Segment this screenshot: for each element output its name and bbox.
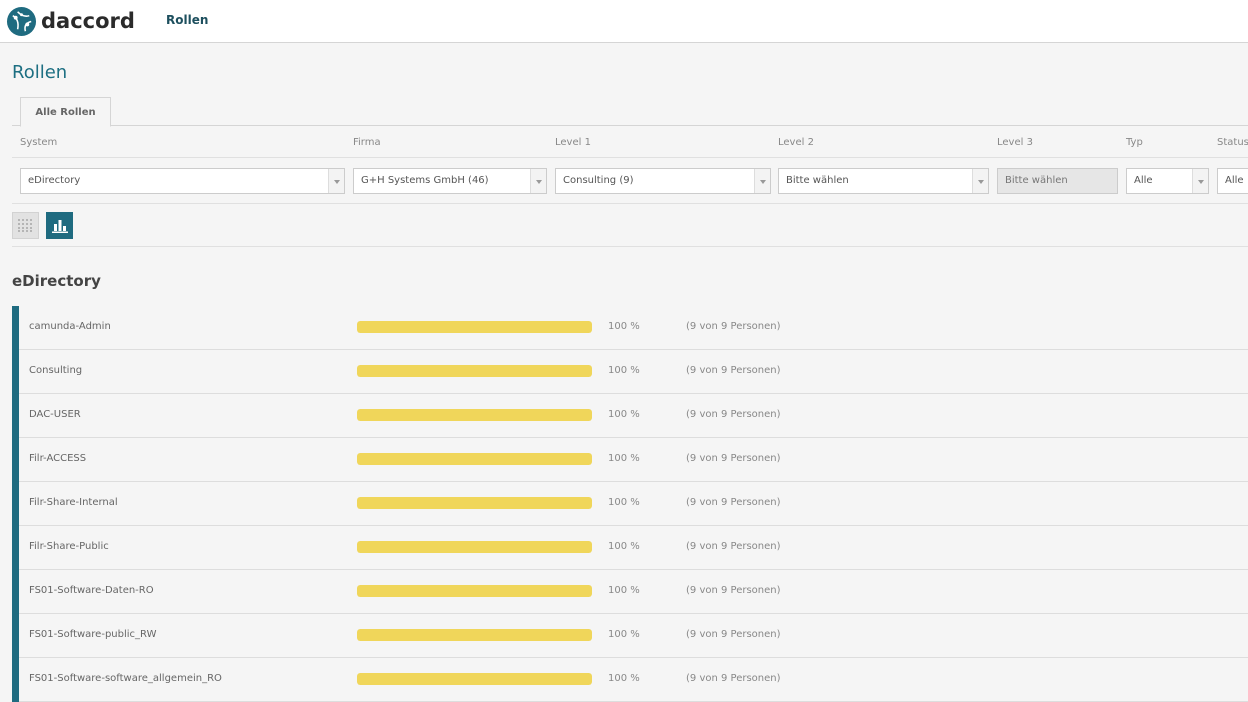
role-name: Filr-ACCESS <box>29 453 87 464</box>
role-name: camunda-Admin <box>29 321 111 332</box>
role-person-count: (9 von 9 Personen) <box>686 321 781 332</box>
system-select[interactable]: eDirectory <box>20 168 345 194</box>
progress-bar-fill <box>357 629 592 641</box>
role-name: Filr-Share-Internal <box>29 497 118 508</box>
filter-labels: System Firma Level 1 Level 2 Level 3 Typ… <box>12 126 1248 158</box>
tab-alle-rollen[interactable]: Alle Rollen <box>20 97 111 127</box>
progress-bar <box>357 585 592 597</box>
table-row[interactable]: Filr-ACCESS 100 % (9 von 9 Personen) <box>19 438 1248 482</box>
chart-view-button[interactable] <box>46 212 73 239</box>
filter-label-typ: Typ <box>1126 137 1143 148</box>
grid-icon <box>18 219 32 232</box>
nav-item-rollen[interactable]: Rollen <box>166 13 208 27</box>
progress-bar <box>357 497 592 509</box>
system-select-value: eDirectory <box>28 175 81 186</box>
chevron-down-icon <box>754 169 770 193</box>
role-name: Filr-Share-Public <box>29 541 109 552</box>
role-percent: 100 % <box>608 409 640 420</box>
role-name: FS01-Software-software_allgemein_RO <box>29 673 222 684</box>
role-person-count: (9 von 9 Personen) <box>686 541 781 552</box>
filter-label-level1: Level 1 <box>555 137 591 148</box>
table-row[interactable]: camunda-Admin 100 % (9 von 9 Personen) <box>19 306 1248 350</box>
daccord-logo-icon <box>6 6 37 36</box>
tab-bar: Alle Rollen <box>12 97 1248 127</box>
level3-select-value: Bitte wählen <box>1005 175 1068 186</box>
progress-bar-fill <box>357 409 592 421</box>
chevron-down-icon <box>328 169 344 193</box>
role-percent: 100 % <box>608 365 640 376</box>
role-name: FS01-Software-Daten-RO <box>29 585 154 596</box>
top-bar: daccord Rollen <box>0 0 1248 43</box>
role-person-count: (9 von 9 Personen) <box>686 409 781 420</box>
status-select-value: Alle <box>1225 175 1244 186</box>
table-row[interactable]: FS01-Software-software_allgemein_RO 100 %… <box>19 658 1248 702</box>
role-percent: 100 % <box>608 321 640 332</box>
page-title: Rollen <box>12 62 68 83</box>
bar-chart-icon <box>51 219 68 233</box>
role-person-count: (9 von 9 Personen) <box>686 453 781 464</box>
table-row[interactable]: DAC-USER 100 % (9 von 9 Personen) <box>19 394 1248 438</box>
list-accent-bar <box>12 306 19 702</box>
filter-label-system: System <box>20 137 58 148</box>
role-person-count: (9 von 9 Personen) <box>686 585 781 596</box>
role-percent: 100 % <box>608 497 640 508</box>
firma-select-value: G+H Systems GmbH (46) <box>361 175 489 186</box>
view-toggle-row <box>12 205 1248 247</box>
progress-bar-fill <box>357 365 592 377</box>
role-person-count: (9 von 9 Personen) <box>686 497 781 508</box>
section-title: eDirectory <box>12 272 101 290</box>
grid-view-button[interactable] <box>12 212 39 239</box>
role-percent: 100 % <box>608 629 640 640</box>
level2-select[interactable]: Bitte wählen <box>778 168 989 194</box>
level1-select[interactable]: Consulting (9) <box>555 168 771 194</box>
level1-select-value: Consulting (9) <box>563 175 634 186</box>
role-percent: 100 % <box>608 673 640 684</box>
table-row[interactable]: Filr-Share-Public 100 % (9 von 9 Personen) <box>19 526 1248 570</box>
progress-bar <box>357 673 592 685</box>
role-person-count: (9 von 9 Personen) <box>686 629 781 640</box>
progress-bar <box>357 321 592 333</box>
table-row[interactable]: FS01-Software-public_RW 100 % (9 von 9 Per… <box>19 614 1248 658</box>
progress-bar-fill <box>357 541 592 553</box>
level3-select: Bitte wählen <box>997 168 1118 194</box>
filter-label-level3: Level 3 <box>997 137 1033 148</box>
filter-label-firma: Firma <box>353 137 381 148</box>
status-select[interactable]: Alle <box>1217 168 1248 194</box>
chevron-down-icon <box>530 169 546 193</box>
role-person-count: (9 von 9 Personen) <box>686 673 781 684</box>
progress-bar <box>357 541 592 553</box>
filter-label-status: Status <box>1217 137 1248 148</box>
table-row[interactable]: Filr-Share-Internal 100 % (9 von 9 Persone… <box>19 482 1248 526</box>
role-name: FS01-Software-public_RW <box>29 629 157 640</box>
progress-bar-fill <box>357 673 592 685</box>
chevron-down-icon <box>972 169 988 193</box>
table-row[interactable]: FS01-Software-Daten-RO 100 % (9 von 9 Pers… <box>19 570 1248 614</box>
role-percent: 100 % <box>608 453 640 464</box>
progress-bar-fill <box>357 497 592 509</box>
filter-label-level2: Level 2 <box>778 137 814 148</box>
role-percent: 100 % <box>608 541 640 552</box>
role-list: camunda-Admin 100 % (9 von 9 Personen) Cons… <box>12 306 1248 702</box>
table-row[interactable]: Consulting 100 % (9 von 9 Personen) <box>19 350 1248 394</box>
typ-select-value: Alle <box>1134 175 1153 186</box>
level2-select-value: Bitte wählen <box>786 175 849 186</box>
role-name: DAC-USER <box>29 409 81 420</box>
role-name: Consulting <box>29 365 83 376</box>
progress-bar <box>357 409 592 421</box>
role-percent: 100 % <box>608 585 640 596</box>
progress-bar-fill <box>357 453 592 465</box>
logo-text: daccord <box>41 9 135 33</box>
progress-bar <box>357 453 592 465</box>
progress-bar-fill <box>357 321 592 333</box>
progress-bar <box>357 629 592 641</box>
filter-row: eDirectory G+H Systems GmbH (46) Consult… <box>12 158 1248 204</box>
progress-bar <box>357 365 592 377</box>
progress-bar-fill <box>357 585 592 597</box>
firma-select[interactable]: G+H Systems GmbH (46) <box>353 168 547 194</box>
typ-select[interactable]: Alle <box>1126 168 1209 194</box>
logo[interactable]: daccord <box>6 5 135 37</box>
chevron-down-icon <box>1192 169 1208 193</box>
role-person-count: (9 von 9 Personen) <box>686 365 781 376</box>
